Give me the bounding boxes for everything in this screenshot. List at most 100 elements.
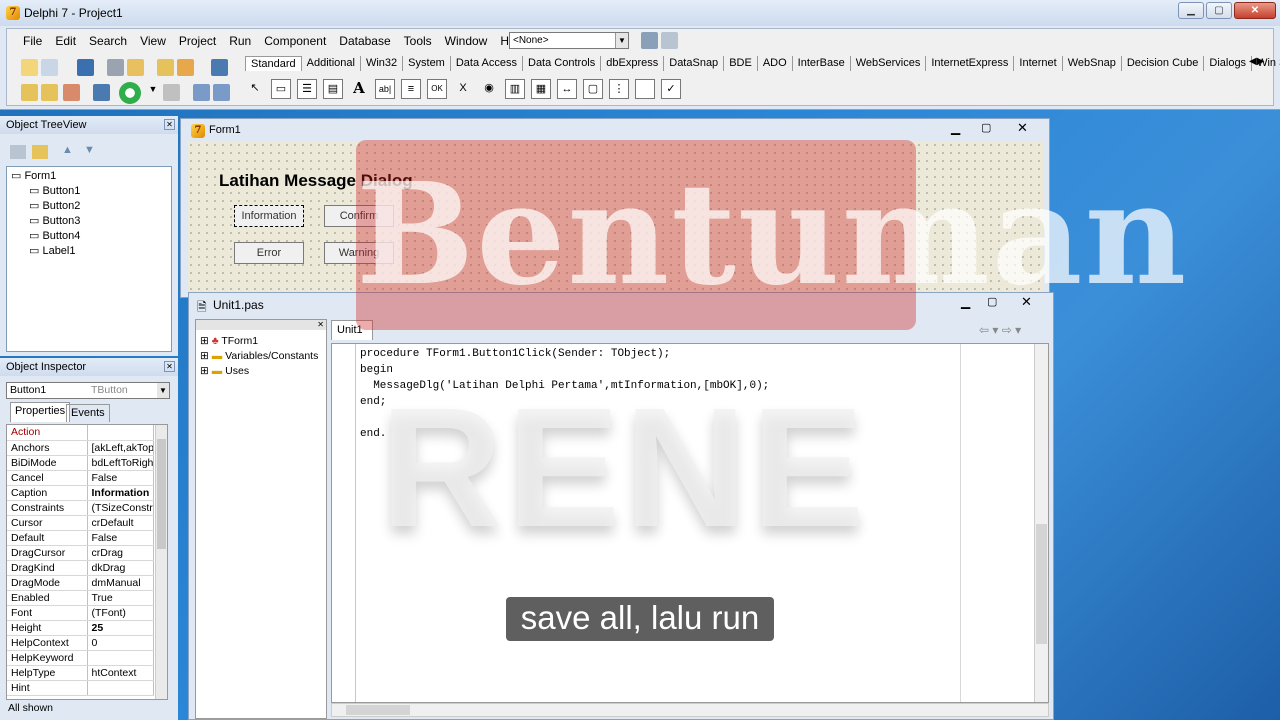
tab-events[interactable]: Events [66, 404, 110, 422]
minimize-button[interactable]: ▁ [1178, 2, 1204, 19]
close-button[interactable]: ✕ [1234, 2, 1276, 19]
actionlist-icon[interactable]: ✓ [661, 79, 681, 99]
tab-properties[interactable]: Properties [10, 402, 71, 422]
listbox-icon[interactable]: ▥ [505, 79, 525, 99]
property-value[interactable]: True [87, 590, 154, 606]
save-desktop-icon[interactable] [641, 32, 658, 49]
memo-icon[interactable]: ≡ [401, 79, 421, 99]
new-item-icon[interactable] [10, 145, 26, 159]
tab-decision-cube[interactable]: Decision Cube [1122, 56, 1205, 71]
edit-icon[interactable]: ab| [375, 79, 395, 99]
step-over-icon[interactable] [213, 84, 230, 101]
radiogroup-icon[interactable]: ⋮ [609, 79, 629, 99]
tree-item-button2[interactable]: ▭ Button2 [11, 199, 167, 214]
remove-file-icon[interactable] [177, 59, 194, 76]
property-row[interactable]: DragCursor crDrag [7, 545, 154, 561]
frames-icon[interactable]: ▭ [271, 79, 291, 99]
menu-tools[interactable]: Tools [404, 34, 432, 48]
property-value[interactable]: bdLeftToRight [87, 455, 154, 471]
property-value[interactable]: Information [87, 485, 154, 501]
new-form-icon[interactable] [93, 84, 110, 101]
tree-item-button1[interactable]: ▭ Button1 [11, 184, 167, 199]
popupmenu-icon[interactable]: ▤ [323, 79, 343, 99]
open-project-icon[interactable] [127, 59, 144, 76]
property-value[interactable]: [akLeft,akTop [87, 440, 154, 456]
property-row[interactable]: DragKind dkDrag [7, 560, 154, 576]
property-value[interactable]: (TFont) [87, 605, 154, 621]
menu-search[interactable]: Search [89, 34, 127, 48]
label-icon[interactable]: A [349, 79, 369, 99]
tab-win32[interactable]: Win32 [361, 56, 404, 71]
new-icon[interactable] [21, 59, 38, 76]
scrollbar[interactable] [155, 425, 167, 699]
property-row[interactable]: Default False [7, 530, 154, 546]
property-value[interactable]: htContext [87, 665, 154, 681]
property-value[interactable] [87, 425, 154, 441]
property-value[interactable]: dkDrag [87, 560, 154, 576]
property-value[interactable]: 25 [87, 620, 154, 636]
panel-icon[interactable] [635, 79, 655, 99]
property-value[interactable] [87, 680, 154, 696]
tree-item-label1[interactable]: ▭ Label1 [11, 244, 167, 259]
property-value[interactable]: (TSizeConstra [87, 500, 154, 516]
delete-item-icon[interactable] [32, 145, 48, 159]
radiobutton-icon[interactable]: ◉ [479, 79, 499, 99]
desktop-combo[interactable]: <None> ▼ [509, 32, 629, 49]
property-value[interactable] [87, 650, 154, 666]
explorer-item-uses[interactable]: ⊞ ▬ Uses [200, 364, 318, 379]
view-unit-icon[interactable] [21, 84, 38, 101]
tab-additional[interactable]: Additional [302, 56, 361, 71]
scrollbar-thumb[interactable] [1036, 524, 1047, 644]
property-value[interactable]: crDefault [87, 515, 154, 531]
scrollbar-icon[interactable]: ↔ [557, 79, 577, 99]
save-all-icon[interactable] [107, 59, 124, 76]
menu-project[interactable]: Project [179, 34, 216, 48]
scrollbar-thumb[interactable] [157, 439, 166, 549]
menu-edit[interactable]: Edit [55, 34, 76, 48]
tab-ado[interactable]: ADO [758, 56, 793, 71]
property-row[interactable]: Constraints (TSizeConstra [7, 500, 154, 516]
menu-window[interactable]: Window [445, 34, 488, 48]
tree-item-form1[interactable]: ▭ Form1 [11, 169, 167, 184]
property-value[interactable]: crDrag [87, 545, 154, 561]
property-row[interactable]: Cancel False [7, 470, 154, 486]
menu-run[interactable]: Run [229, 34, 251, 48]
property-row[interactable]: Hint [7, 680, 154, 696]
property-row[interactable]: Action [7, 425, 154, 441]
menu-view[interactable]: View [140, 34, 166, 48]
minimize-icon[interactable]: ▁ [951, 121, 960, 135]
property-row[interactable]: Enabled True [7, 590, 154, 606]
button-icon[interactable]: OK [427, 79, 447, 99]
explorer-item-tform1[interactable]: ⊞ ♣ TForm1 [200, 334, 318, 349]
close-icon[interactable]: ✕ [1017, 120, 1028, 136]
tab-interbase[interactable]: InterBase [793, 56, 851, 71]
horizontal-scrollbar[interactable] [331, 703, 1049, 717]
explorer-item-variables[interactable]: ⊞ ▬ Variables/Constants [200, 349, 318, 364]
tab-internet[interactable]: Internet [1014, 56, 1063, 71]
property-value[interactable]: 0 [87, 635, 154, 651]
open-icon[interactable] [41, 59, 58, 76]
property-row[interactable]: Height 25 [7, 620, 154, 636]
tab-bde[interactable]: BDE [724, 56, 758, 71]
menu-component[interactable]: Component [264, 34, 326, 48]
arrow-down-icon[interactable]: ▼ [84, 144, 95, 156]
property-row[interactable]: HelpType htContext [7, 665, 154, 681]
tab-dialogs[interactable]: Dialogs [1204, 56, 1253, 71]
combobox-icon[interactable]: ▦ [531, 79, 551, 99]
mainmenu-icon[interactable]: ☰ [297, 79, 317, 99]
add-file-icon[interactable] [157, 59, 174, 76]
property-row[interactable]: Cursor crDefault [7, 515, 154, 531]
close-icon[interactable]: ✕ [164, 361, 175, 372]
property-row[interactable]: Anchors [akLeft,akTop [7, 440, 154, 456]
save-icon[interactable] [77, 59, 94, 76]
view-form-icon[interactable] [41, 84, 58, 101]
property-value[interactable]: False [87, 530, 154, 546]
information-button[interactable]: Information [234, 205, 304, 227]
tab-system[interactable]: System [403, 56, 451, 71]
property-row[interactable]: Font (TFont) [7, 605, 154, 621]
toggle-form-unit-icon[interactable] [63, 84, 80, 101]
chevron-down-icon[interactable]: ▼ [157, 383, 169, 398]
menu-file[interactable]: File [23, 34, 42, 48]
vertical-scrollbar[interactable] [1034, 344, 1048, 702]
tab-datasnap[interactable]: DataSnap [664, 56, 725, 71]
